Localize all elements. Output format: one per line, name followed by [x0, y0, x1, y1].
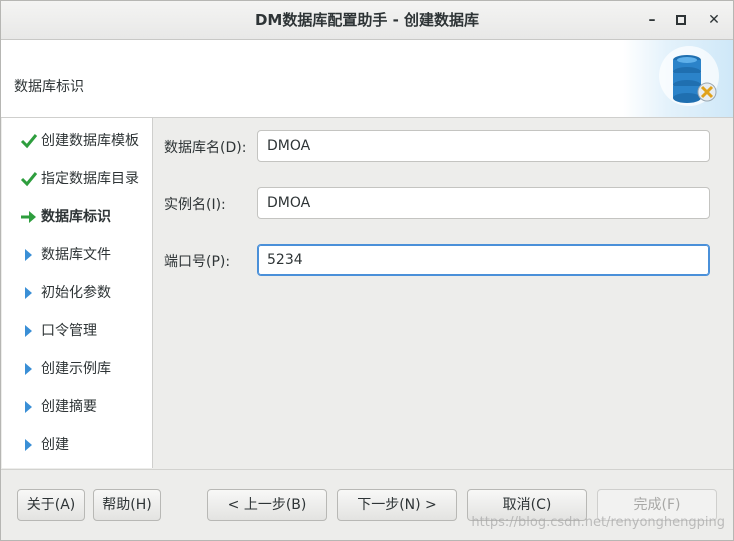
- step-label: 口令管理: [41, 323, 97, 339]
- button-bar: 关于(A) 帮助(H) < 上一步(B) 下一步(N) > 取消(C) 完成(F…: [1, 469, 733, 540]
- maximize-icon: [676, 15, 686, 25]
- port-label: 端口号(P):: [164, 254, 231, 270]
- db-name-field[interactable]: DMOA: [257, 130, 710, 162]
- instance-name-field[interactable]: DMOA: [257, 187, 710, 219]
- step-label: 数据库文件: [41, 247, 111, 263]
- step-label: 数据库标识: [41, 209, 111, 225]
- step-item-db-identity[interactable]: 数据库标识: [2, 202, 152, 232]
- minimize-button[interactable]: –: [642, 10, 662, 30]
- close-button[interactable]: ✕: [704, 10, 724, 30]
- steps-sidebar: 创建数据库模板 指定数据库目录 数据库标识 数据库文件 初始化参数 口令管理 创…: [2, 118, 153, 468]
- maximize-button[interactable]: [671, 10, 691, 30]
- prev-button[interactable]: < 上一步(B): [207, 489, 327, 521]
- checkmark-icon: [20, 164, 38, 194]
- triangle-right-icon: [20, 354, 38, 384]
- step-item-summary[interactable]: 创建摘要: [2, 392, 152, 422]
- step-label: 创建摘要: [41, 399, 97, 415]
- step-item-db-directory[interactable]: 指定数据库目录: [2, 164, 152, 194]
- page-header: 数据库标识: [1, 40, 733, 118]
- page-title: 数据库标识: [14, 79, 84, 95]
- step-item-create[interactable]: 创建: [2, 430, 152, 460]
- help-button[interactable]: 帮助(H): [93, 489, 161, 521]
- database-settings-icon: [623, 40, 733, 117]
- instance-name-label: 实例名(I):: [164, 197, 226, 213]
- triangle-right-icon: [20, 240, 38, 270]
- triangle-right-icon: [20, 316, 38, 346]
- triangle-right-icon: [20, 430, 38, 460]
- step-label: 初始化参数: [41, 285, 111, 301]
- step-label: 创建示例库: [41, 361, 111, 377]
- arrow-right-icon: [20, 202, 38, 232]
- step-item-db-files[interactable]: 数据库文件: [2, 240, 152, 270]
- db-name-label: 数据库名(D):: [164, 140, 247, 156]
- step-item-create-template[interactable]: 创建数据库模板: [2, 126, 152, 156]
- step-item-password[interactable]: 口令管理: [2, 316, 152, 346]
- step-label: 指定数据库目录: [41, 171, 139, 187]
- about-button[interactable]: 关于(A): [17, 489, 85, 521]
- next-button[interactable]: 下一步(N) >: [337, 489, 457, 521]
- triangle-right-icon: [20, 278, 38, 308]
- triangle-right-icon: [20, 392, 38, 422]
- window-title: DM数据库配置助手 - 创建数据库: [254, 11, 480, 29]
- step-label: 创建数据库模板: [41, 133, 139, 149]
- step-item-sample-db[interactable]: 创建示例库: [2, 354, 152, 384]
- port-field[interactable]: 5234: [257, 244, 710, 276]
- title-bar[interactable]: DM数据库配置助手 - 创建数据库 – ✕: [1, 1, 733, 40]
- dialog-window: DM数据库配置助手 - 创建数据库 – ✕ 数据库标识 创建数据库模板 指定数据…: [0, 0, 734, 541]
- watermark-text: https://blog.csdn.net/renyonghengping: [471, 515, 725, 530]
- checkmark-icon: [20, 126, 38, 156]
- step-item-init-params[interactable]: 初始化参数: [2, 278, 152, 308]
- step-label: 创建: [41, 437, 69, 453]
